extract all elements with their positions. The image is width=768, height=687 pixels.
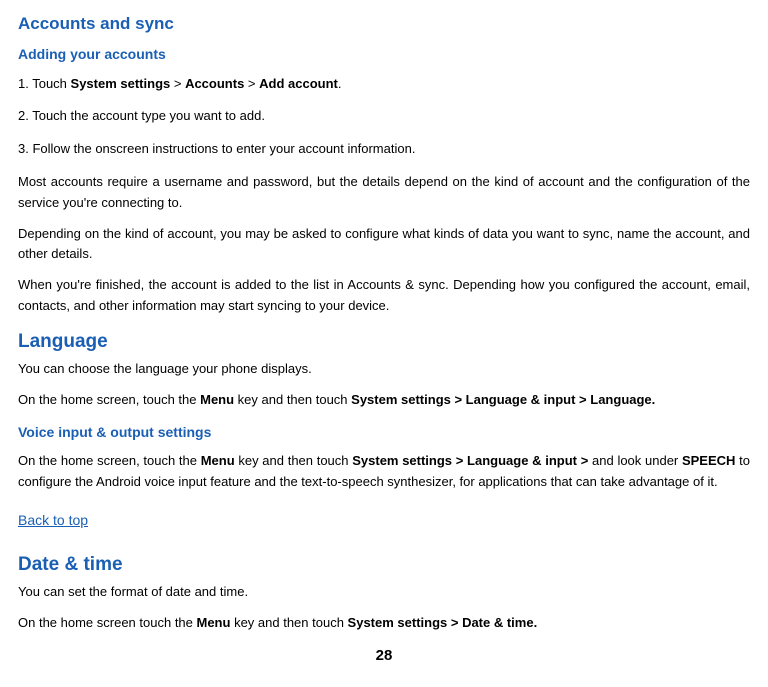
accounts-subheading: Adding your accounts <box>18 43 750 65</box>
back-to-top-link[interactable]: Back to top <box>18 512 88 528</box>
language-para1: You can choose the language your phone d… <box>18 359 750 380</box>
lang-p3-mid1: key and then touch <box>235 453 353 468</box>
step1-bold2: Accounts <box>185 76 244 91</box>
dt-p2-prefix: On the home screen touch the <box>18 615 197 630</box>
step1-sep1: > <box>170 76 185 91</box>
lang-p2-b2: System settings > Language & input > Lan… <box>351 392 655 407</box>
page-number: 28 <box>18 644 750 668</box>
lang-p2-b1: Menu <box>200 392 234 407</box>
datetime-heading: Date & time <box>18 550 750 580</box>
accounts-para2: Depending on the kind of account, you ma… <box>18 224 750 266</box>
language-para3: On the home screen, touch the Menu key a… <box>18 451 750 493</box>
lang-p3-mid2: and look under <box>588 453 682 468</box>
step1-bold3: Add account <box>259 76 338 91</box>
dt-p2-b2: System settings > Date & time. <box>348 615 538 630</box>
step-3: 3. Follow the onscreen instructions to e… <box>18 139 750 160</box>
language-heading: Language <box>18 327 750 357</box>
lang-p2-mid: key and then touch <box>234 392 351 407</box>
dt-p2-b1: Menu <box>197 615 231 630</box>
dt-p2-mid: key and then touch <box>230 615 347 630</box>
lang-p3-b3: SPEECH <box>682 453 735 468</box>
lang-p3-prefix: On the home screen, touch the <box>18 453 201 468</box>
voice-subheading: Voice input & output settings <box>18 421 750 443</box>
step1-prefix: 1. Touch <box>18 76 71 91</box>
language-para2: On the home screen, touch the Menu key a… <box>18 390 750 411</box>
accounts-para3: When you're finished, the account is add… <box>18 275 750 317</box>
lang-p3-b1: Menu <box>201 453 235 468</box>
datetime-para2: On the home screen touch the Menu key an… <box>18 613 750 634</box>
accounts-para1: Most accounts require a username and pas… <box>18 172 750 214</box>
step-1: 1. Touch System settings > Accounts > Ad… <box>18 74 750 95</box>
step-2: 2. Touch the account type you want to ad… <box>18 106 750 127</box>
step1-suffix: . <box>338 76 342 91</box>
step1-bold1: System settings <box>71 76 171 91</box>
accounts-heading: Accounts and sync <box>18 10 750 37</box>
lang-p2-prefix: On the home screen, touch the <box>18 392 200 407</box>
step1-sep2: > <box>244 76 259 91</box>
lang-p3-b2: System settings > Language & input > <box>352 453 588 468</box>
datetime-para1: You can set the format of date and time. <box>18 582 750 603</box>
